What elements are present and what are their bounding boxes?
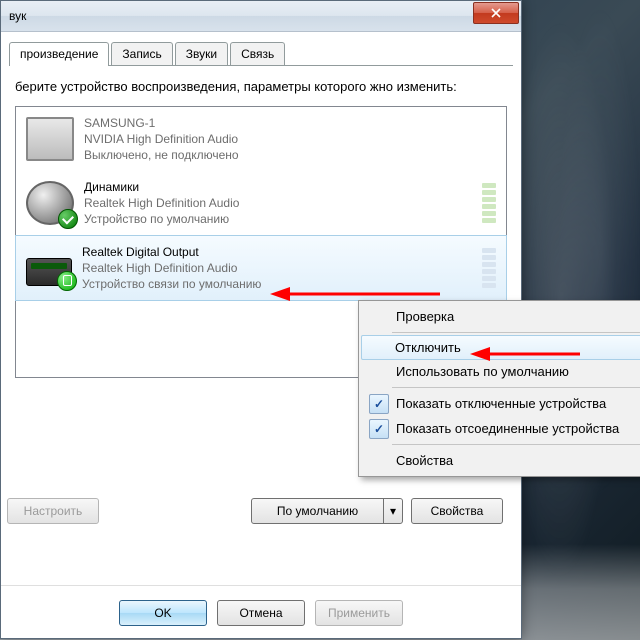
menu-separator bbox=[392, 444, 640, 445]
checkmark-icon: ✓ bbox=[369, 394, 389, 414]
device-digital-output[interactable]: Realtek Digital Output Realtek High Defi… bbox=[15, 235, 507, 302]
speaker-icon bbox=[26, 181, 74, 225]
set-default-button[interactable]: По умолчанию ▾ bbox=[251, 498, 403, 524]
configure-button[interactable]: Настроить bbox=[7, 498, 99, 524]
close-icon bbox=[491, 8, 501, 18]
properties-button[interactable]: Свойства bbox=[411, 498, 503, 524]
level-meter bbox=[482, 248, 496, 288]
device-status: Выключено, не подключено bbox=[84, 147, 496, 163]
device-speakers[interactable]: Динамики Realtek High Definition Audio У… bbox=[16, 171, 506, 236]
titlebar[interactable]: вук bbox=[1, 1, 521, 32]
device-status: Устройство связи по умолчанию bbox=[82, 276, 472, 292]
context-menu: Проверка Отключить Использовать по умолч… bbox=[358, 300, 640, 477]
ok-button[interactable]: OK bbox=[119, 600, 207, 626]
device-text: Realtek Digital Output Realtek High Defi… bbox=[82, 244, 472, 293]
device-name: Динамики bbox=[84, 179, 472, 195]
menu-disable[interactable]: Отключить bbox=[361, 335, 640, 360]
device-text: SAMSUNG-1 NVIDIA High Definition Audio В… bbox=[84, 115, 496, 164]
device-text: Динамики Realtek High Definition Audio У… bbox=[84, 179, 472, 228]
tab-playback[interactable]: произведение bbox=[9, 42, 109, 66]
apply-button[interactable]: Применить bbox=[315, 600, 403, 626]
instruction-text: берите устройство воспроизведения, парам… bbox=[15, 78, 507, 96]
device-name: Realtek Digital Output bbox=[82, 244, 472, 260]
menu-show-disconnected[interactable]: ✓ Показать отсоединенные устройства bbox=[362, 416, 640, 441]
device-status: Устройство по умолчанию bbox=[84, 211, 472, 227]
monitor-icon bbox=[26, 117, 74, 161]
tab-communications[interactable]: Связь bbox=[230, 42, 285, 65]
tab-sounds[interactable]: Звуки bbox=[175, 42, 228, 65]
level-meter bbox=[482, 183, 496, 223]
close-button[interactable] bbox=[473, 2, 519, 24]
list-buttons: Настроить По умолчанию ▾ Свойства bbox=[15, 498, 507, 524]
tab-strip: произведение Запись Звуки Связь bbox=[1, 32, 521, 65]
device-name: SAMSUNG-1 bbox=[84, 115, 496, 131]
tab-recording[interactable]: Запись bbox=[111, 42, 172, 65]
dropdown-arrow-icon[interactable]: ▾ bbox=[384, 504, 402, 518]
menu-test[interactable]: Проверка bbox=[362, 304, 640, 329]
comm-default-icon bbox=[57, 271, 77, 291]
menu-set-default[interactable]: Использовать по умолчанию bbox=[362, 359, 640, 384]
device-samsung[interactable]: SAMSUNG-1 NVIDIA High Definition Audio В… bbox=[16, 107, 506, 172]
menu-separator bbox=[392, 387, 640, 388]
device-driver: Realtek High Definition Audio bbox=[84, 195, 472, 211]
device-driver: NVIDIA High Definition Audio bbox=[84, 131, 496, 147]
menu-show-disabled[interactable]: ✓ Показать отключенные устройства bbox=[362, 391, 640, 416]
menu-label: Показать отключенные устройства bbox=[396, 396, 606, 411]
menu-label: Показать отсоединенные устройства bbox=[396, 421, 619, 436]
window-title: вук bbox=[9, 9, 26, 23]
dialog-actions: OK Отмена Применить bbox=[1, 585, 521, 626]
menu-properties[interactable]: Свойства bbox=[362, 448, 640, 473]
default-check-icon bbox=[58, 209, 78, 229]
cancel-button[interactable]: Отмена bbox=[217, 600, 305, 626]
digital-device-icon bbox=[26, 258, 72, 286]
menu-separator bbox=[392, 332, 640, 333]
checkmark-icon: ✓ bbox=[369, 419, 389, 439]
device-driver: Realtek High Definition Audio bbox=[82, 260, 472, 276]
set-default-label: По умолчанию bbox=[252, 499, 384, 523]
